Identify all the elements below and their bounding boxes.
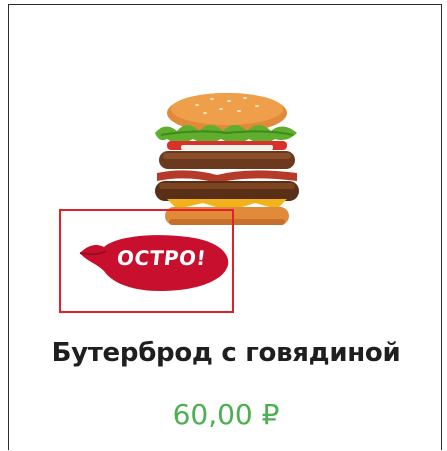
- product-title[interactable]: Бутерброд с говядиной: [9, 338, 443, 368]
- product-card[interactable]: ОСТРО! Бутерброд с говядиной 60,00 ₽: [8, 4, 442, 450]
- product-price: 60,00 ₽: [172, 398, 280, 431]
- spicy-badge-label: ОСТРО!: [115, 246, 208, 270]
